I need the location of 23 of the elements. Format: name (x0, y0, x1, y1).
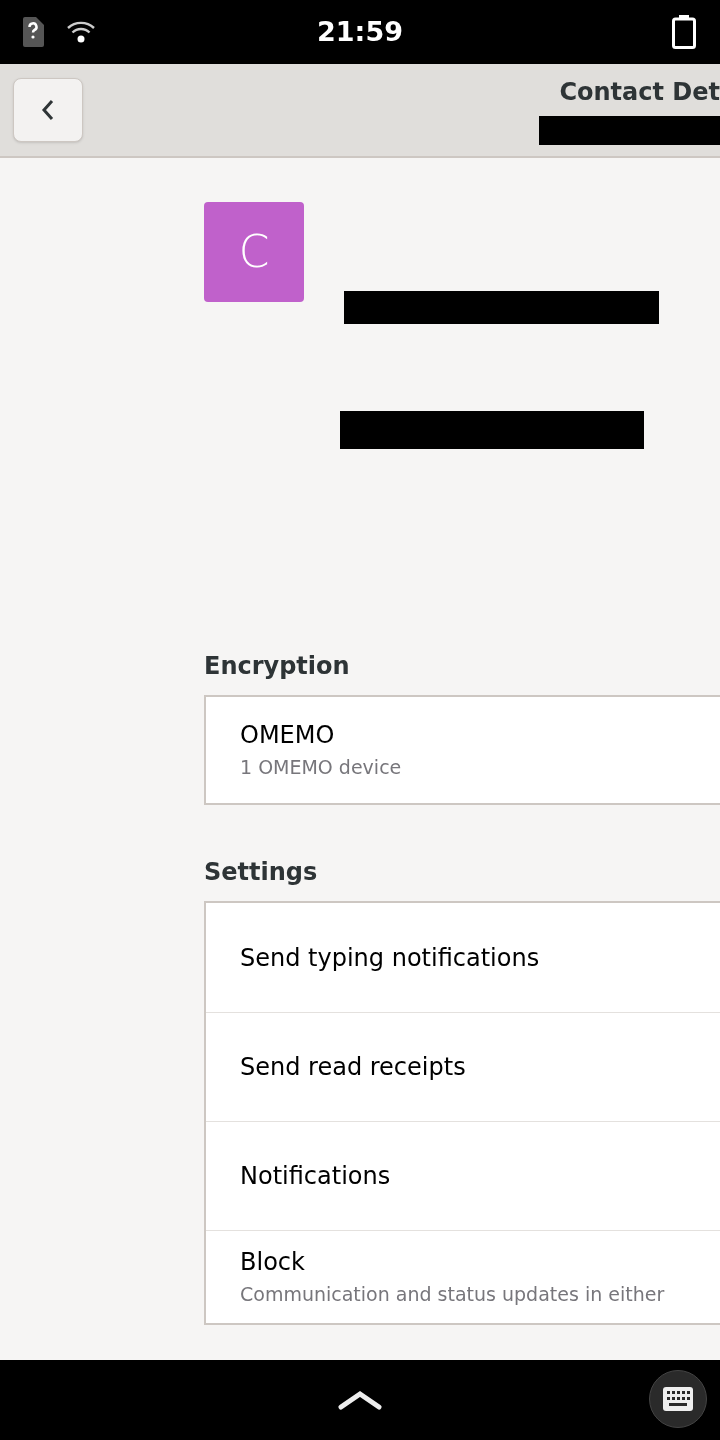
row-title: Block (240, 1247, 306, 1278)
list-row[interactable]: Send read receipts (206, 1012, 720, 1121)
wifi-icon (66, 20, 96, 44)
row-title: Notifications (240, 1161, 392, 1192)
back-icon (40, 98, 56, 122)
section-heading: Encryption (204, 651, 351, 681)
list-row[interactable]: Block Communication and status updates in either (206, 1230, 720, 1323)
sim-card-unknown-icon (22, 17, 44, 47)
row-title: Send typing notifications (240, 942, 541, 974)
row-title: Send read receipts (240, 1052, 467, 1083)
list-row[interactable]: OMEMO 1 OMEMO device (206, 697, 720, 803)
chevron-up-icon[interactable] (338, 1390, 382, 1410)
window-title: Contact Det (559, 77, 720, 108)
list-row[interactable]: Send typing notifications (206, 903, 720, 1012)
contact-avatar: C (204, 202, 304, 302)
clock-time: 21:59 (317, 14, 403, 49)
section-heading: Settings (204, 857, 319, 887)
row-title: OMEMO (240, 720, 336, 751)
row-subtitle: Communication and status updates in either (240, 1282, 666, 1307)
list-row[interactable]: Notifications (206, 1121, 720, 1230)
row-subtitle: 1 OMEMO device (240, 755, 403, 780)
keyboard-icon (663, 1387, 693, 1411)
battery-icon (672, 15, 696, 49)
